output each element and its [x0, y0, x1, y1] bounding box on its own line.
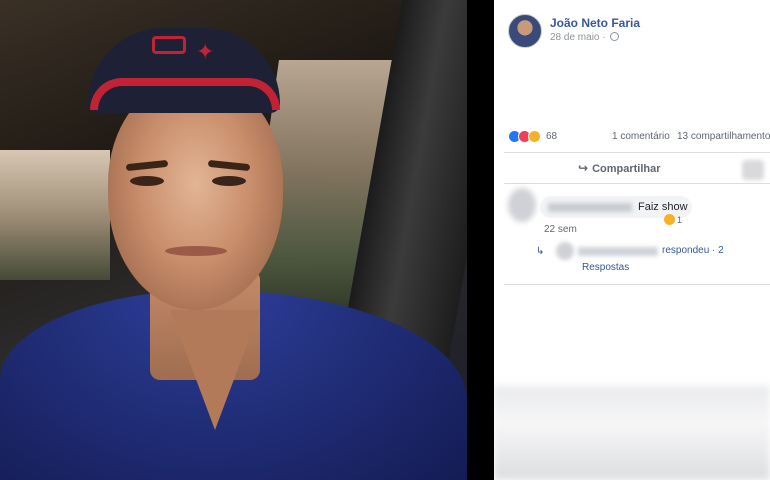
divider — [504, 183, 770, 184]
profile-photo: ✦ — [0, 0, 467, 480]
share-button[interactable]: ↪ Compartilhar — [578, 161, 661, 175]
author-name[interactable]: João Neto Faria — [550, 16, 640, 30]
shirt-vneck — [170, 310, 260, 430]
replies-label: Respostas — [582, 262, 630, 273]
cap-star-icon: ✦ — [196, 40, 215, 65]
replier-name-redacted — [578, 247, 658, 256]
mouth — [165, 246, 227, 256]
left-eye — [130, 176, 164, 186]
globe-icon — [610, 32, 620, 41]
comment-reaction-count: 1 — [677, 215, 683, 225]
commenter-name-redacted — [548, 203, 632, 212]
comment-reactions[interactable]: 1 — [664, 214, 682, 225]
cap-brim — [90, 78, 280, 110]
reply-arrow-icon: ↳ — [536, 246, 545, 257]
divider — [504, 152, 770, 153]
post-header: João Neto Faria 28 de maio · — [508, 14, 768, 50]
haha-icon — [664, 214, 675, 225]
post-date[interactable]: 28 de maio · — [550, 32, 620, 43]
author-avatar[interactable] — [508, 14, 542, 48]
shares-count[interactable]: 13 compartilhamento — [677, 131, 770, 142]
commenter-avatar[interactable] — [508, 188, 536, 222]
reactions-count[interactable]: 68 — [546, 131, 557, 142]
comment-text: Faiz show — [638, 201, 688, 213]
reply-summary: respondeu · 2 — [662, 245, 724, 256]
replier-avatar — [556, 242, 574, 260]
reactions-bar: 68 1 comentário 13 compartilhamento — [508, 129, 770, 145]
blurred-area — [494, 386, 770, 480]
car-side-window — [0, 150, 110, 280]
cap-logo — [152, 36, 186, 54]
post-date-text: 28 de maio · — [550, 32, 606, 43]
haha-icon[interactable] — [528, 130, 541, 143]
right-eye — [212, 176, 246, 186]
facebook-post: João Neto Faria 28 de maio · 68 1 coment… — [494, 0, 770, 480]
divider — [504, 284, 770, 285]
comment-time[interactable]: 22 sem — [544, 224, 577, 235]
comments-count[interactable]: 1 comentário — [612, 131, 670, 142]
share-label: Compartilhar — [592, 163, 661, 175]
face — [108, 80, 283, 310]
share-icon: ↪ — [578, 161, 589, 175]
viewer-avatar[interactable] — [742, 160, 764, 180]
